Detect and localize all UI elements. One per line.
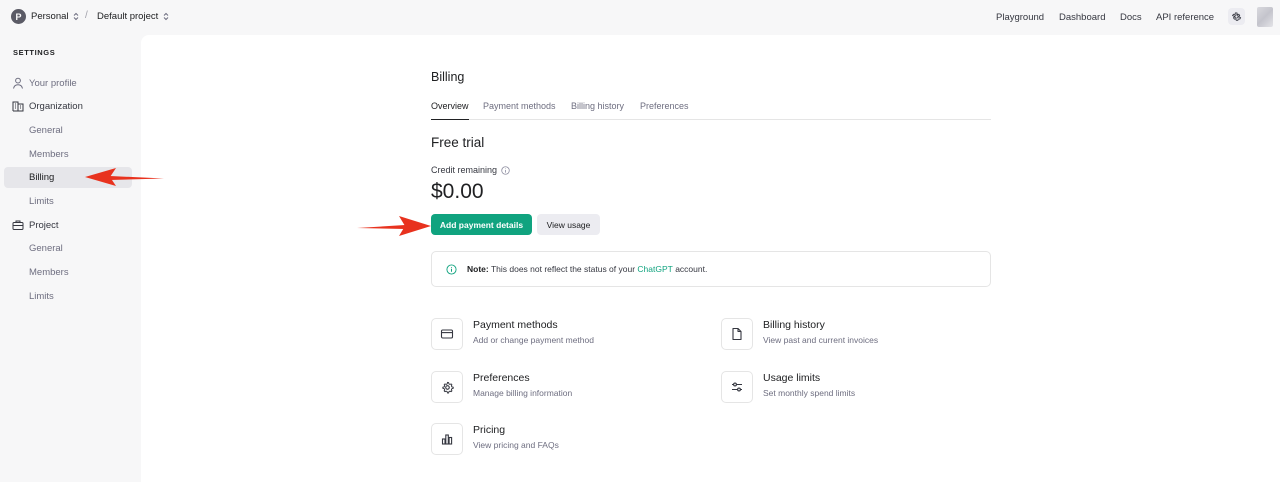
document-icon bbox=[721, 318, 753, 350]
page-title: Billing bbox=[431, 70, 465, 84]
project-chevron-updown-icon[interactable] bbox=[163, 12, 169, 22]
sidebar-item-org-limits[interactable]: Limits bbox=[4, 191, 132, 212]
chatgpt-note: Note: This does not reflect the status o… bbox=[431, 251, 991, 287]
sidebar-item-org-general[interactable]: General bbox=[4, 120, 132, 141]
annotation-arrow-add-payment-icon bbox=[357, 216, 431, 236]
sidebar-item-label: Limits bbox=[29, 291, 54, 302]
sidebar-section-organization[interactable]: Organization bbox=[4, 96, 132, 117]
nav-docs[interactable]: Docs bbox=[1120, 12, 1142, 23]
card-title: Pricing bbox=[473, 424, 506, 436]
settings-sidebar: SETTINGS Your profile Organization Gener… bbox=[0, 35, 141, 482]
sidebar-section-label: Project bbox=[29, 220, 59, 231]
user-avatar[interactable] bbox=[1257, 7, 1273, 27]
project-switcher[interactable]: Default project bbox=[97, 11, 158, 22]
info-icon[interactable] bbox=[501, 165, 510, 175]
chatgpt-link[interactable]: ChatGPT bbox=[637, 264, 672, 274]
main-panel: Billing Overview Payment methods Billing… bbox=[141, 35, 1280, 482]
sidebar-item-label: General bbox=[29, 125, 63, 136]
sidebar-item-your-profile[interactable]: Your profile bbox=[4, 73, 132, 94]
tab-preferences[interactable]: Preferences bbox=[640, 101, 689, 119]
tab-payment-methods[interactable]: Payment methods bbox=[483, 101, 556, 119]
info-circle-icon bbox=[446, 263, 457, 275]
sidebar-title: SETTINGS bbox=[13, 48, 56, 57]
nav-dashboard[interactable]: Dashboard bbox=[1059, 12, 1105, 23]
card-description: Add or change payment method bbox=[473, 335, 594, 345]
gear-icon bbox=[1231, 12, 1242, 21]
org-switcher[interactable]: Personal bbox=[31, 11, 69, 22]
credit-value: $0.00 bbox=[431, 180, 484, 203]
card-preferences[interactable]: Preferences Manage billing information bbox=[431, 371, 691, 405]
gear-icon bbox=[431, 371, 463, 403]
sliders-icon bbox=[721, 371, 753, 403]
sidebar-item-project-general[interactable]: General bbox=[4, 238, 132, 259]
note-end: account. bbox=[672, 264, 708, 274]
card-title: Usage limits bbox=[763, 372, 821, 384]
building-icon bbox=[12, 101, 24, 112]
sidebar-item-org-members[interactable]: Members bbox=[4, 144, 132, 165]
card-title: Billing history bbox=[763, 319, 825, 331]
card-usage-limits[interactable]: Usage limits Set monthly spend limits bbox=[721, 371, 981, 405]
card-description: View pricing and FAQs bbox=[473, 440, 559, 450]
note-text: This does not reflect the status of your bbox=[488, 264, 638, 274]
view-usage-button[interactable]: View usage bbox=[537, 214, 600, 235]
nav-playground[interactable]: Playground bbox=[996, 12, 1044, 23]
sidebar-item-label: General bbox=[29, 243, 63, 254]
sidebar-section-label: Organization bbox=[29, 101, 83, 112]
sidebar-item-label: Limits bbox=[29, 196, 54, 207]
sidebar-section-project[interactable]: Project bbox=[4, 215, 132, 236]
card-description: Set monthly spend limits bbox=[763, 388, 856, 398]
settings-button[interactable] bbox=[1228, 8, 1245, 25]
card-payment-methods[interactable]: Payment methods Add or change payment me… bbox=[431, 318, 691, 352]
card-title: Preferences bbox=[473, 372, 530, 384]
sidebar-item-label: Your profile bbox=[29, 78, 77, 89]
billing-tabs: Overview Payment methods Billing history… bbox=[431, 100, 991, 120]
annotation-arrow-billing-icon bbox=[85, 168, 164, 186]
nav-api-reference[interactable]: API reference bbox=[1156, 12, 1214, 23]
breadcrumb-separator: / bbox=[85, 10, 88, 21]
org-chevron-updown-icon[interactable] bbox=[73, 12, 79, 22]
sidebar-item-label: Members bbox=[29, 267, 69, 278]
card-billing-history[interactable]: Billing history View past and current in… bbox=[721, 318, 981, 352]
add-payment-details-button[interactable]: Add payment details bbox=[431, 214, 532, 235]
tab-overview[interactable]: Overview bbox=[431, 101, 469, 120]
credit-label-text: Credit remaining bbox=[431, 165, 498, 175]
sidebar-item-project-limits[interactable]: Limits bbox=[4, 286, 132, 307]
sidebar-item-label: Members bbox=[29, 149, 69, 160]
card-title: Payment methods bbox=[473, 319, 558, 331]
sidebar-item-project-members[interactable]: Members bbox=[4, 262, 132, 283]
plan-title: Free trial bbox=[431, 135, 485, 150]
org-avatar[interactable]: P bbox=[11, 9, 26, 24]
bar-chart-icon bbox=[431, 423, 463, 455]
card-description: View past and current invoices bbox=[763, 335, 879, 345]
credit-remaining-label: Credit remaining bbox=[431, 165, 510, 175]
sidebar-item-label: Billing bbox=[29, 172, 55, 183]
top-bar: P Personal / Default project Playground … bbox=[0, 0, 1280, 35]
credit-card-icon bbox=[431, 318, 463, 350]
user-icon bbox=[13, 77, 23, 89]
briefcase-icon bbox=[12, 220, 24, 230]
note-label: Note: bbox=[467, 264, 489, 274]
card-description: Manage billing information bbox=[473, 388, 573, 398]
billing-content: Billing Overview Payment methods Billing… bbox=[431, 35, 991, 482]
card-pricing[interactable]: Pricing View pricing and FAQs bbox=[431, 423, 691, 457]
tab-billing-history[interactable]: Billing history bbox=[571, 101, 624, 119]
